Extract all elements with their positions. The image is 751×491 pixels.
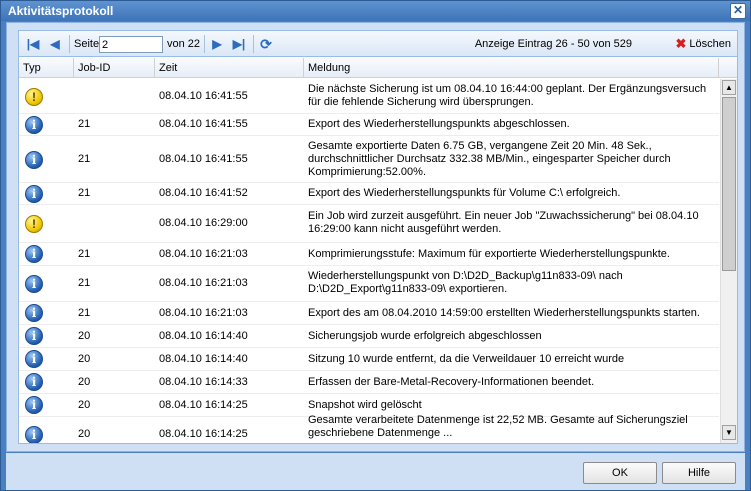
- info-icon: [25, 116, 43, 134]
- table-row[interactable]: 20 08.04.10 16:14:33 Erfassen der Bare-M…: [19, 371, 719, 394]
- message-cell: Export des Wiederherstellungspunkts für …: [308, 187, 621, 199]
- job-id-cell: 20: [78, 353, 91, 365]
- message-cell: Gesamte verarbeitete Datenmenge ist 22,5…: [308, 414, 688, 439]
- grid-header: Typ Job-ID Zeit Meldung: [19, 58, 737, 78]
- dialog-content: |◀ ◀ Seite von 22 ▶ ▶| ⟳ Anzeige Eintrag…: [6, 22, 745, 452]
- table-row[interactable]: 21 08.04.10 16:41:52 Export des Wiederhe…: [19, 183, 719, 205]
- clear-button-label: Löschen: [689, 38, 731, 50]
- column-header-message[interactable]: Meldung: [304, 58, 719, 77]
- info-icon: [25, 426, 43, 443]
- delete-icon: ✖: [675, 36, 687, 51]
- time-cell: 08.04.10 16:21:03: [159, 277, 248, 289]
- message-cell: Komprimierungsstufe: Maximum für exporti…: [308, 248, 670, 260]
- job-id-cell: 21: [78, 307, 91, 319]
- message-cell: Sicherungsjob wurde erfolgreich abgeschl…: [308, 330, 542, 342]
- info-icon: [25, 185, 43, 203]
- job-id-cell: 21: [78, 248, 91, 260]
- dialog-titlebar[interactable]: Aktivitätsprotokoll ✕: [1, 1, 750, 21]
- clear-button[interactable]: ✖ Löschen: [676, 36, 732, 52]
- message-cell: Die nächste Sicherung ist um 08.04.10 16…: [308, 83, 707, 108]
- time-cell: 08.04.10 16:21:03: [159, 248, 248, 260]
- info-icon: [25, 350, 43, 368]
- dialog-title: Aktivitätsprotokoll: [8, 4, 114, 18]
- table-row[interactable]: 21 08.04.10 16:21:03 Export des am 08.04…: [19, 302, 719, 325]
- job-id-cell: 20: [78, 399, 91, 411]
- previous-page-icon[interactable]: ◀: [47, 36, 63, 52]
- scroll-up-icon[interactable]: ▲: [722, 80, 736, 95]
- info-icon: [25, 275, 43, 293]
- page-label: Seite: [74, 38, 100, 50]
- info-icon: [25, 396, 43, 414]
- table-row[interactable]: 20 08.04.10 16:14:40 Sitzung 10 wurde en…: [19, 348, 719, 371]
- job-id-cell: 20: [78, 428, 91, 440]
- table-row[interactable]: 08.04.10 16:41:55 Die nächste Sicherung …: [19, 79, 719, 114]
- warning-icon: [25, 88, 43, 106]
- display-info: Anzeige Eintrag 26 - 50 von 529: [474, 38, 632, 50]
- time-cell: 08.04.10 16:14:40: [159, 330, 248, 342]
- scroll-down-icon[interactable]: ▼: [722, 425, 736, 440]
- toolbar-separator: [69, 35, 70, 53]
- first-page-icon[interactable]: |◀: [25, 36, 41, 52]
- time-cell: 08.04.10 16:29:00: [159, 217, 248, 229]
- toolbar-separator: [253, 35, 254, 53]
- message-cell: Export des am 08.04.2010 14:59:00 erstel…: [308, 307, 700, 319]
- scroll-thumb[interactable]: [722, 97, 736, 271]
- table-row[interactable]: 20 08.04.10 16:14:25 Gesamte verarbeitet…: [19, 414, 719, 443]
- message-cell: Snapshot wird gelöscht: [308, 399, 422, 411]
- column-header-type[interactable]: Typ: [19, 58, 74, 77]
- job-id-cell: 21: [78, 153, 91, 165]
- info-icon: [25, 304, 43, 322]
- message-cell: Export des Wiederherstellungspunkts abge…: [308, 118, 570, 130]
- page-count-label: von 22: [167, 38, 201, 50]
- page-number-input[interactable]: [99, 36, 163, 53]
- table-row[interactable]: 21 08.04.10 16:21:03 Komprimierungsstufe…: [19, 243, 719, 266]
- info-icon: [25, 151, 43, 169]
- time-cell: 08.04.10 16:14:40: [159, 353, 248, 365]
- paging-toolbar: |◀ ◀ Seite von 22 ▶ ▶| ⟳ Anzeige Eintrag…: [19, 31, 737, 57]
- time-cell: 08.04.10 16:41:55: [159, 118, 248, 130]
- dialog-footer: OK Hilfe: [6, 453, 745, 490]
- help-button[interactable]: Hilfe: [662, 462, 736, 484]
- time-cell: 08.04.10 16:41:55: [159, 153, 248, 165]
- info-icon: [25, 327, 43, 345]
- time-cell: 08.04.10 16:21:03: [159, 307, 248, 319]
- time-cell: 08.04.10 16:14:25: [159, 399, 248, 411]
- table-row[interactable]: 20 08.04.10 16:14:40 Sicherungsjob wurde…: [19, 325, 719, 348]
- activity-log-dialog: Aktivitätsprotokoll ✕ |◀ ◀ Seite von 22 …: [0, 0, 751, 491]
- table-row[interactable]: 21 08.04.10 16:41:55 Gesamte exportierte…: [19, 136, 719, 183]
- table-row[interactable]: 08.04.10 16:29:00 Ein Job wird zurzeit a…: [19, 205, 719, 243]
- message-cell: Erfassen der Bare-Metal-Recovery-Informa…: [308, 376, 595, 388]
- job-id-cell: 21: [78, 277, 91, 289]
- time-cell: 08.04.10 16:14:25: [159, 428, 248, 440]
- message-cell: Gesamte exportierte Daten 6.75 GB, verga…: [308, 140, 671, 178]
- column-header-time[interactable]: Zeit: [155, 58, 304, 77]
- table-row[interactable]: 21 08.04.10 16:41:55 Export des Wiederhe…: [19, 114, 719, 136]
- message-cell: Sitzung 10 wurde entfernt, da die Verwei…: [308, 353, 625, 365]
- close-icon[interactable]: ✕: [730, 3, 746, 19]
- next-page-icon[interactable]: ▶: [209, 36, 225, 52]
- message-cell: Wiederherstellungspunkt von D:\D2D_Backu…: [308, 270, 623, 295]
- toolbar-separator: [204, 35, 205, 53]
- time-cell: 08.04.10 16:41:55: [159, 90, 248, 102]
- job-id-cell: 21: [78, 187, 91, 199]
- log-grid-panel: |◀ ◀ Seite von 22 ▶ ▶| ⟳ Anzeige Eintrag…: [18, 30, 738, 444]
- info-icon: [25, 373, 43, 391]
- log-rows: 08.04.10 16:41:55 Die nächste Sicherung …: [19, 79, 719, 443]
- table-row[interactable]: 21 08.04.10 16:21:03 Wiederherstellungsp…: [19, 266, 719, 302]
- vertical-scrollbar[interactable]: ▲ ▼: [720, 79, 737, 443]
- last-page-icon[interactable]: ▶|: [231, 36, 247, 52]
- ok-button[interactable]: OK: [583, 462, 657, 484]
- job-id-cell: 21: [78, 118, 91, 130]
- warning-icon: [25, 215, 43, 233]
- time-cell: 08.04.10 16:14:33: [159, 376, 248, 388]
- info-icon: [25, 245, 43, 263]
- column-header-job-id[interactable]: Job-ID: [74, 58, 155, 77]
- message-cell: Ein Job wird zurzeit ausgeführt. Ein neu…: [308, 210, 699, 235]
- refresh-icon[interactable]: ⟳: [258, 36, 274, 52]
- job-id-cell: 20: [78, 376, 91, 388]
- time-cell: 08.04.10 16:41:52: [159, 187, 248, 199]
- job-id-cell: 20: [78, 330, 91, 342]
